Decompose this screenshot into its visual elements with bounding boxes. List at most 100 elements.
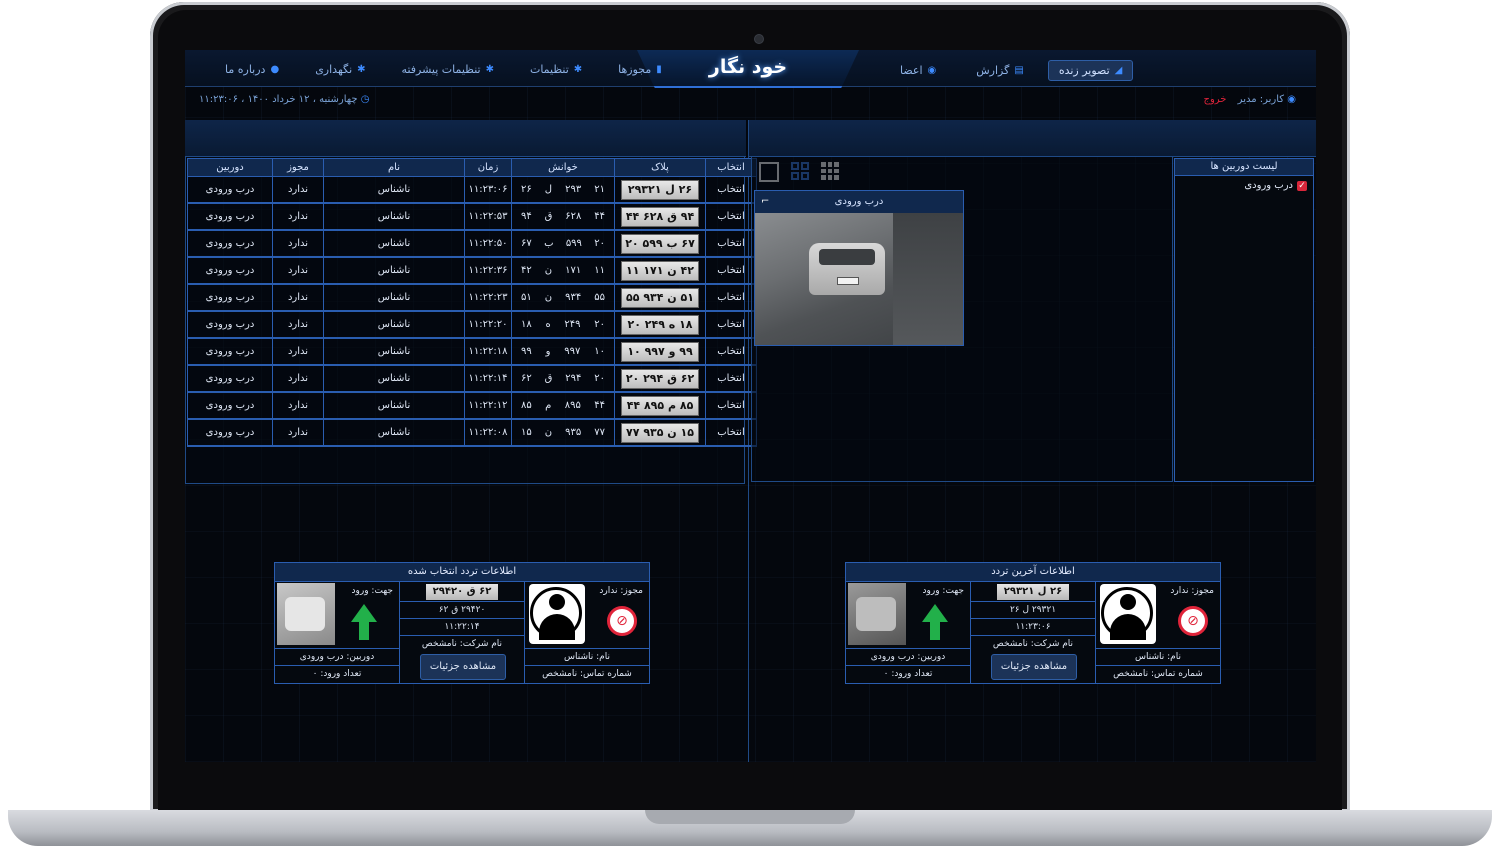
row-reading: ۱۱ ۱۷۱ ن ۴۲ bbox=[511, 257, 615, 285]
nav-settings[interactable]: ✱ تنظیمات bbox=[520, 60, 592, 79]
datetime-status: ◷ چهارشنبه ، ۱۲ خرداد ۱۴۰۰ ، ۱۱:۲۳:۰۶ bbox=[199, 94, 370, 105]
camera-list-title: لیست دوربین ها bbox=[1175, 159, 1313, 176]
last-direction-col: جهت: ورود دوربین: درب ورودی تعداد ورود: … bbox=[846, 582, 970, 683]
row-reading: ۵۵ ۹۳۴ ن ۵۱ bbox=[511, 284, 615, 312]
selected-time: ۱۱:۲۲:۱۴ bbox=[400, 618, 524, 635]
last-plate-image: ۲۶ ل ۲۹۳۲۱ bbox=[997, 584, 1069, 600]
camera-tile[interactable]: ⌐ درب ورودی bbox=[754, 190, 964, 346]
row-reading: ۲۱ ۲۹۳ ل ۲۶ bbox=[511, 176, 615, 204]
plate-image: ۶۲ ق ۲۹۴ ۲۰ bbox=[621, 368, 699, 389]
camera-feed-car bbox=[809, 243, 885, 295]
selected-plate-image: ۶۲ ق ۲۹۴۲۰ bbox=[426, 584, 498, 600]
row-select-button[interactable]: انتخاب bbox=[705, 230, 757, 258]
row-permit: ندارد bbox=[272, 176, 324, 204]
row-camera: درب ورودی bbox=[187, 392, 273, 420]
recognitions-table: انتخاب پلاک خوانش زمان نام مجوز دوربین ا… bbox=[187, 158, 757, 447]
selected-phone: شماره تماس: نامشخص bbox=[525, 665, 649, 682]
selected-reading: ۲۹۴۲۰ ق ۶۲ bbox=[400, 601, 524, 618]
last-direction: جهت: ورود bbox=[922, 586, 965, 596]
nav-about[interactable]: ● درباره ما bbox=[215, 60, 289, 79]
table-row[interactable]: انتخاب ۸۵ م ۸۹۵ ۴۴ ۴۴ ۸۹۵ م ۸۵ ۱۱:۲۲:۱۲ ناشناس ن… bbox=[187, 392, 757, 420]
last-phone: شماره تماس: نامشخص bbox=[1096, 665, 1220, 682]
entry-arrow-icon bbox=[351, 604, 377, 622]
plate-image: ۱۸ ه ۲۴۹ ۲۰ bbox=[621, 314, 699, 335]
camera-list-item[interactable]: ✓ درب ورودی bbox=[1175, 176, 1313, 195]
row-select-button[interactable]: انتخاب bbox=[705, 203, 757, 231]
row-name: ناشناس bbox=[323, 311, 465, 339]
row-reading: ۴۴ ۸۹۵ م ۸۵ bbox=[511, 392, 615, 420]
row-permit: ندارد bbox=[272, 392, 324, 420]
plate-image: ۹۹ و ۹۹۷ ۱۰ bbox=[621, 341, 699, 362]
last-permit: مجوز: ندارد bbox=[1170, 586, 1214, 596]
checkbox-checked-icon[interactable]: ✓ bbox=[1297, 180, 1307, 191]
webcam bbox=[754, 34, 764, 44]
row-select-button[interactable]: انتخاب bbox=[705, 392, 757, 420]
row-name: ناشناس bbox=[323, 230, 465, 258]
nav-permits[interactable]: ▮ مجوزها bbox=[608, 60, 672, 79]
last-details-button[interactable]: مشاهده جزئیات bbox=[991, 654, 1077, 680]
row-reading: ۱۰ ۹۹۷ و ۹۹ bbox=[511, 338, 615, 366]
nav-members[interactable]: ◉ اعضا bbox=[890, 60, 946, 81]
row-time: ۱۱:۲۲:۱۸ bbox=[464, 338, 512, 366]
row-name: ناشناس bbox=[323, 203, 465, 231]
row-permit: ندارد bbox=[272, 284, 324, 312]
row-time: ۱۱:۲۲:۲۰ bbox=[464, 311, 512, 339]
row-camera: درب ورودی bbox=[187, 230, 273, 258]
row-select-button[interactable]: انتخاب bbox=[705, 338, 757, 366]
table-row[interactable]: انتخاب ۲۶ ل ۲۹۳۲۱ ۲۱ ۲۹۳ ل ۲۶ ۱۱:۲۳:۰۶ ناشناس ند… bbox=[187, 176, 757, 204]
left-panel-header bbox=[185, 120, 746, 157]
row-select-button[interactable]: انتخاب bbox=[705, 284, 757, 312]
last-time: ۱۱:۲۳:۰۶ bbox=[971, 618, 1095, 635]
last-company: نام شرکت: نامشخص bbox=[971, 635, 1095, 652]
table-row[interactable]: انتخاب ۶۷ ب ۵۹۹ ۲۰ ۲۰ ۵۹۹ ب ۶۷ ۱۱:۲۲:۵۰ ناشناس ن… bbox=[187, 230, 757, 258]
table-row[interactable]: انتخاب ۵۱ ن ۹۳۴ ۵۵ ۵۵ ۹۳۴ ن ۵۱ ۱۱:۲۲:۲۳ ناشناس ن… bbox=[187, 284, 757, 312]
table-row[interactable]: انتخاب ۱۸ ه ۲۴۹ ۲۰ ۲۰ ۲۴۹ ه ۱۸ ۱۱:۲۲:۲۰ ناشناس ن… bbox=[187, 311, 757, 339]
col-plate: پلاک bbox=[614, 158, 706, 177]
row-time: ۱۱:۲۲:۰۸ bbox=[464, 419, 512, 447]
row-time: ۱۱:۲۲:۱۲ bbox=[464, 392, 512, 420]
row-reading: ۲۰ ۵۹۹ ب ۶۷ bbox=[511, 230, 615, 258]
row-select-button[interactable]: انتخاب bbox=[705, 419, 757, 447]
row-time: ۱۱:۲۲:۵۰ bbox=[464, 230, 512, 258]
nav-live-view[interactable]: ◢ تصویر زنده bbox=[1047, 60, 1134, 81]
selected-avatar bbox=[529, 584, 585, 644]
row-reading: ۷۷ ۹۳۵ ن ۱۵ bbox=[511, 419, 615, 447]
no-permit-icon: ⊘ bbox=[1178, 606, 1208, 636]
nav-maintenance[interactable]: ✱ نگهداری bbox=[305, 60, 375, 79]
table-row[interactable]: انتخاب ۱۵ ن ۹۳۵ ۷۷ ۷۷ ۹۳۵ ن ۱۵ ۱۱:۲۲:۰۸ ناشناس ن… bbox=[187, 419, 757, 447]
entry-arrow-shaft bbox=[359, 622, 369, 640]
table-row[interactable]: انتخاب ۶۲ ق ۲۹۴ ۲۰ ۲۰ ۲۹۴ ق ۶۲ ۱۱:۲۲:۱۴ ناشناس ن… bbox=[187, 365, 757, 393]
nav-report[interactable]: ▤ گزارش bbox=[966, 60, 1034, 81]
row-plate-image: ۴۲ ن ۱۷۱ ۱۱ bbox=[614, 257, 706, 285]
row-select-button[interactable]: انتخاب bbox=[705, 365, 757, 393]
user-status: ◉ کاربر: مدیر خروج bbox=[1203, 94, 1297, 105]
row-permit: ندارد bbox=[272, 257, 324, 285]
row-select-button[interactable]: انتخاب bbox=[705, 257, 757, 285]
selected-name: نام: ناشناس bbox=[525, 648, 649, 665]
plate-image: ۸۵ م ۸۹۵ ۴۴ bbox=[621, 395, 699, 416]
row-name: ناشناس bbox=[323, 284, 465, 312]
selected-company: نام شرکت: نامشخص bbox=[400, 635, 524, 652]
gear-icon: ✱ bbox=[485, 64, 494, 75]
col-time: زمان bbox=[464, 158, 512, 177]
row-select-button[interactable]: انتخاب bbox=[705, 311, 757, 339]
nav-advanced-settings[interactable]: ✱ تنظیمات پیشرفته bbox=[392, 60, 504, 79]
row-permit: ندارد bbox=[272, 203, 324, 231]
right-panel-header bbox=[749, 120, 1316, 157]
selected-entry-title: اطلاعات تردد انتخاب شده bbox=[275, 563, 649, 582]
camera-feed-trees bbox=[893, 213, 963, 345]
selected-owner-col: مجوز: ندارد ⊘ نام: ناشناس شماره تماس: نا… bbox=[524, 582, 649, 683]
selected-details-button[interactable]: مشاهده جزئیات bbox=[420, 654, 506, 680]
nav-right: ◉ اعضا ▤ گزارش ◢ تصویر زنده bbox=[890, 60, 1134, 81]
table-row[interactable]: انتخاب ۹۹ و ۹۹۷ ۱۰ ۱۰ ۹۹۷ و ۹۹ ۱۱:۲۲:۱۸ ناشناس ن… bbox=[187, 338, 757, 366]
barrier-icon: ⌐ bbox=[761, 196, 770, 207]
row-select-button[interactable]: انتخاب bbox=[705, 176, 757, 204]
logout-link[interactable]: خروج bbox=[1204, 94, 1227, 105]
report-icon: ▤ bbox=[1014, 65, 1024, 76]
table-row[interactable]: انتخاب ۴۲ ن ۱۷۱ ۱۱ ۱۱ ۱۷۱ ن ۴۲ ۱۱:۲۲:۳۶ ناشناس ن… bbox=[187, 257, 757, 285]
camera-icon: ◢ bbox=[1114, 65, 1123, 76]
table-row[interactable]: انتخاب ۹۴ ق ۶۲۸ ۴۴ ۴۴ ۶۲۸ ق ۹۴ ۱۱:۲۲:۵۳ ناشناس ن… bbox=[187, 203, 757, 231]
last-name: نام: ناشناس bbox=[1096, 648, 1220, 665]
last-car-thumbnail bbox=[848, 583, 906, 645]
entry-arrow-shaft bbox=[930, 622, 940, 640]
